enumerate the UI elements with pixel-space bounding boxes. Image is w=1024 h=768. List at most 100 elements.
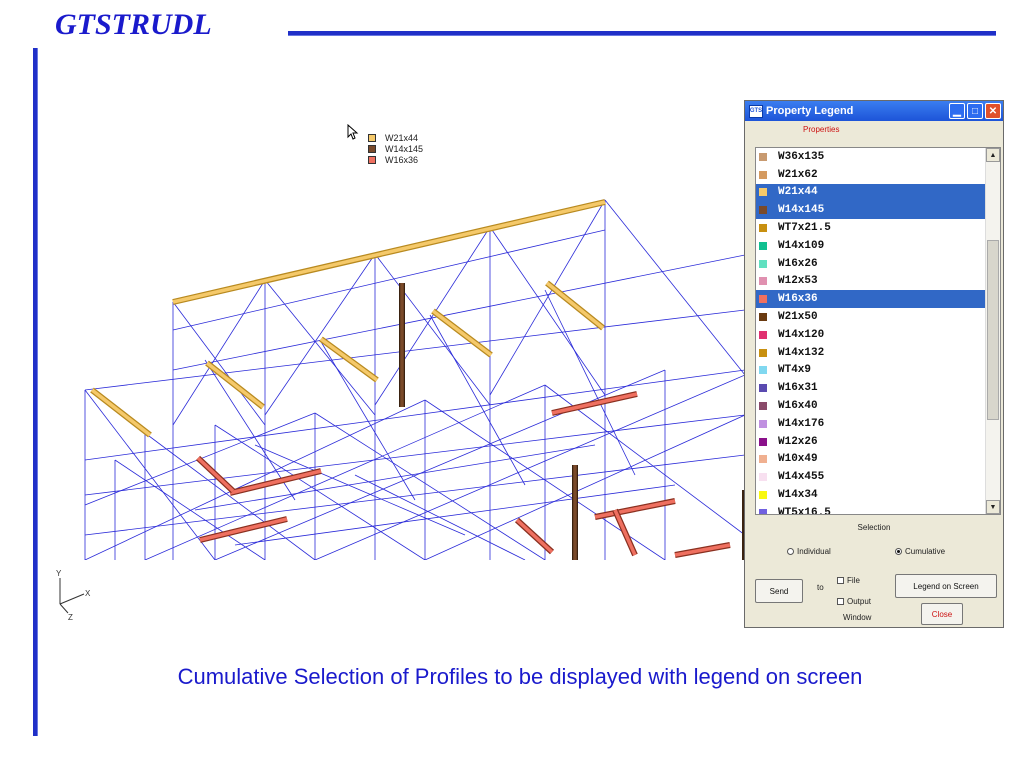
checkbox-box[interactable] [837,598,844,605]
file-checkbox[interactable]: File [837,576,860,585]
list-item-label: W16x36 [778,293,818,306]
radio-dot[interactable] [787,548,794,555]
axis-z-label: Z [68,613,73,621]
list-item[interactable]: W14x455 [756,468,988,486]
list-item-label: W14x132 [778,346,825,359]
list-item[interactable]: W16x36 [756,290,988,309]
minimize-icon[interactable]: ▁ [949,103,965,119]
color-swatch [759,241,767,250]
color-swatch [759,491,767,500]
color-swatch [759,384,767,393]
list-item-label: W14x109 [778,239,825,252]
maximize-icon[interactable]: □ [967,103,983,119]
list-item-label: W14x120 [778,328,825,341]
dialog-titlebar[interactable]: GTS Property Legend ▁ □ ✕ [745,101,1003,121]
list-item-label: W21x44 [778,186,818,199]
list-item[interactable]: WT7x21.5 [756,219,988,237]
send-button[interactable]: Send [755,579,803,603]
radio-cumulative[interactable]: Cumulative [895,547,945,556]
list-item[interactable]: W14x109 [756,237,988,255]
list-item-label: W14x176 [778,417,825,430]
title-rule [288,31,996,36]
list-scrollbar[interactable]: ▲ ▼ [985,148,1000,514]
list-item[interactable]: W16x40 [756,397,988,415]
viewport-legend-item: W16x36 [368,154,423,165]
color-swatch [759,313,767,322]
scroll-thumb[interactable] [987,240,999,420]
list-item-label: W14x34 [778,489,818,502]
close-button[interactable]: Close [921,603,963,625]
list-item-label: W10x49 [778,453,818,466]
dialog-subtitle: Properties [803,125,840,134]
left-rule [33,48,38,736]
color-swatch [759,419,767,428]
list-item-label: W16x26 [778,257,818,270]
list-item[interactable]: W14x34 [756,486,988,504]
list-item-label: W12x26 [778,435,818,448]
list-item-label: WT4x9 [778,364,812,377]
list-item-label: W12x53 [778,275,818,288]
list-item-label: WT7x21.5 [778,222,831,235]
list-item-label: WT5x16.5 [778,506,831,514]
list-item[interactable]: W36x135 [756,148,988,166]
window-label: Window [843,613,872,622]
list-item-label: W36x135 [778,150,825,163]
list-item-label: W21x62 [778,168,818,181]
axis-triad: Y X Z [52,566,102,626]
color-swatch [759,437,767,446]
list-item-label: W16x31 [778,382,818,395]
axis-y-label: Y [56,569,62,578]
list-item[interactable]: W12x53 [756,273,988,291]
list-item-label: W14x455 [778,471,825,484]
radio-individual[interactable]: Individual [787,547,831,556]
color-swatch [759,259,767,268]
list-item[interactable]: W21x44 [756,183,988,202]
color-swatch [759,508,767,514]
selection-group-label: Selection [857,523,891,532]
property-listbox[interactable]: W36x135 W21x62 W21x44 W14x145 WT7x21.5 W14x10… [755,147,1001,515]
output-checkbox[interactable]: Output [837,597,871,606]
color-swatch [759,473,767,482]
dialog-title: Property Legend [766,105,854,117]
close-icon[interactable]: ✕ [985,103,1001,119]
list-item[interactable]: W16x26 [756,255,988,273]
color-swatch [759,277,767,286]
to-label: to [817,583,824,592]
list-item[interactable]: W21x62 [756,166,988,184]
app-icon: GTS [749,104,763,118]
highlighted-members [90,199,745,560]
radio-dot[interactable] [895,548,902,555]
color-swatch [759,170,767,179]
structure-viewport[interactable] [55,115,745,560]
list-item[interactable]: W12x26 [756,433,988,451]
list-item[interactable]: W14x176 [756,415,988,433]
legend-swatch [368,144,376,153]
color-swatch [759,152,767,161]
list-item[interactable]: WT4x9 [756,362,988,380]
color-swatch [759,330,767,339]
color-swatch [759,455,767,464]
list-item-label: W21x50 [778,311,818,324]
viewport-legend-item: W14x145 [368,143,423,154]
scroll-up-icon[interactable]: ▲ [986,148,1000,162]
checkbox-box[interactable] [837,577,844,584]
list-item[interactable]: W21x50 [756,308,988,326]
legend-swatch [368,155,376,164]
scroll-down-icon[interactable]: ▼ [986,500,1000,514]
list-item[interactable]: W16x31 [756,379,988,397]
viewport-legend: W21x44 W14x145 W16x36 [368,132,423,165]
list-item[interactable]: W14x132 [756,344,988,362]
structure-wireframe [84,199,745,560]
color-swatch [759,224,767,233]
axis-x-label: X [85,589,91,598]
color-swatch [759,366,767,375]
slide-caption: Cumulative Selection of Profiles to be d… [177,664,863,689]
color-swatch [759,348,767,357]
property-list: W36x135 W21x62 W21x44 W14x145 WT7x21.5 W14x10… [756,148,988,514]
legend-on-screen-button[interactable]: Legend on Screen [895,574,997,598]
list-item[interactable]: W14x145 [756,201,988,220]
list-item[interactable]: WT5x16.5 [756,504,988,514]
list-item[interactable]: W10x49 [756,451,988,469]
list-item[interactable]: W14x120 [756,326,988,344]
color-swatch [759,402,767,411]
